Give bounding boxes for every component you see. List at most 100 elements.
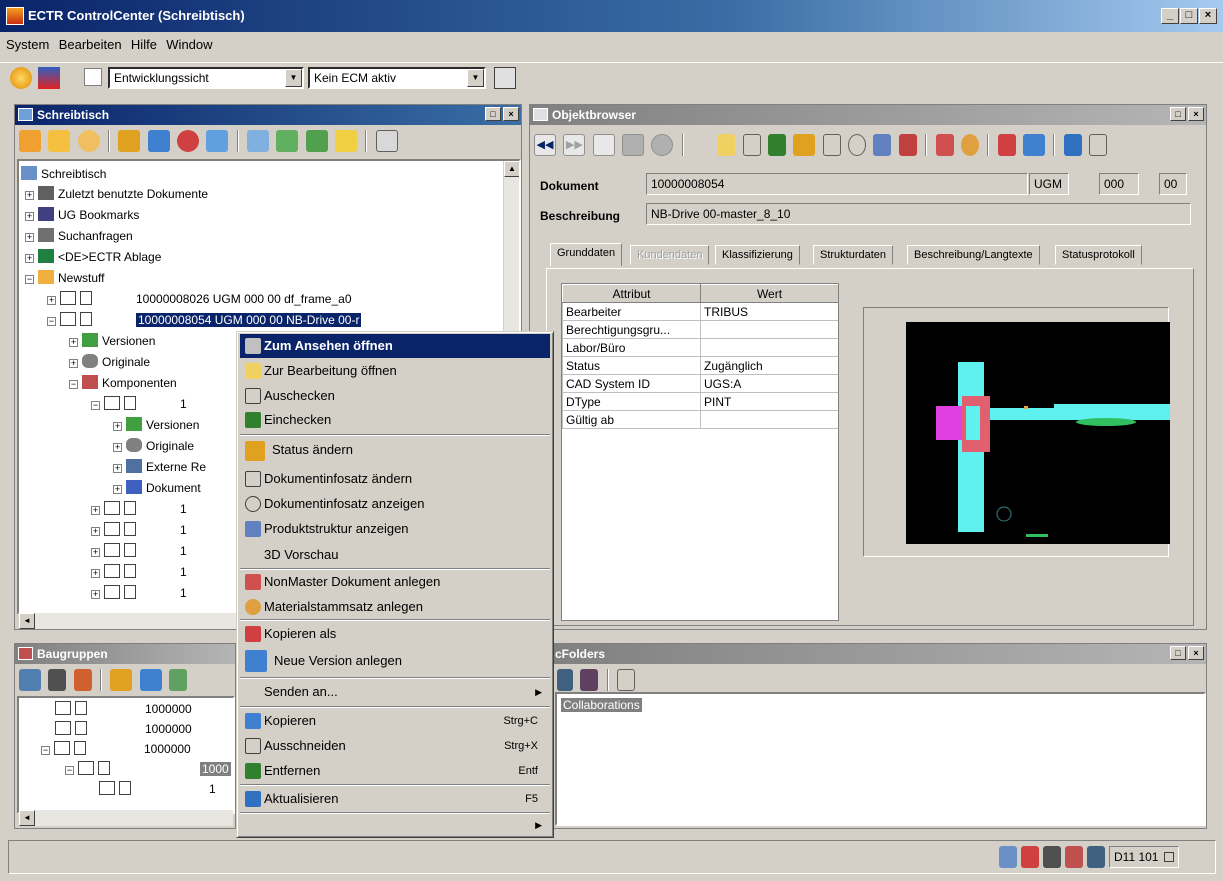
tree-node-newstuff[interactable]: − Newstuff [25,269,104,287]
expand-icon[interactable]: + [113,443,122,452]
panel-close-button[interactable]: × [1188,646,1204,660]
column-header-wert[interactable]: Wert [700,284,838,303]
scroll-left-icon[interactable]: ◄ [19,613,35,629]
structure-icon[interactable] [73,669,92,691]
tab-statusprotokoll[interactable]: Statusprotokoll [1055,245,1142,265]
menu-item-copy[interactable]: Kopieren Strg+C [240,709,550,733]
options-dropdown-icon[interactable] [1088,134,1107,156]
new-version-icon[interactable] [1022,134,1045,156]
copy-icon[interactable] [147,130,170,152]
menu-item-copy-as[interactable]: Kopieren als [240,622,550,646]
view-select[interactable]: Entwicklungssicht ▼ [108,67,304,89]
expand-icon[interactable]: + [113,485,122,494]
expand-icon[interactable]: + [25,233,34,242]
collapse-icon[interactable]: − [25,275,34,284]
checkout-icon[interactable] [742,134,761,156]
product-structure-icon[interactable] [873,134,892,156]
clipboard-icon[interactable] [110,669,133,691]
collapse-icon[interactable]: − [91,401,100,410]
panel-close-button[interactable]: × [1188,107,1204,121]
menu-item-view-docinfo[interactable]: Dokumentinfosatz anzeigen [240,492,550,516]
expand-icon[interactable]: + [25,191,34,200]
users-icon[interactable] [557,669,573,691]
table-row[interactable]: Berechtigungsgru... [562,320,838,339]
browser-icon[interactable] [1021,846,1039,868]
menu-item-3d-preview[interactable]: 3D Vorschau [240,543,550,567]
view-icon[interactable] [692,134,710,156]
cad-3d-preview[interactable] [906,322,1170,544]
scroll-left-icon[interactable]: ◄ [19,810,35,826]
table-row[interactable]: DType PINT [562,392,838,411]
close-button[interactable]: × [1199,8,1217,24]
collapse-icon[interactable]: − [41,746,50,755]
chevron-down-icon[interactable]: ▼ [467,69,484,87]
menu-item-nonmaster[interactable]: NonMaster Dokument anlegen [240,570,550,594]
tab-grunddaten[interactable]: Grunddaten [550,243,623,266]
tree-node-document-links[interactable]: + Dokument [113,479,201,497]
export-icon[interactable] [276,130,299,152]
scroll-up-icon[interactable]: ▲ [504,161,519,177]
table-row[interactable]: CAD System ID UGS:A [562,374,838,393]
tree-node-component[interactable]: +1 [91,563,187,581]
menu-item-more[interactable]: ▶ [240,813,550,837]
clipboard-icon[interactable] [118,130,141,152]
tab-beschreibung[interactable]: Beschreibung/Langtexte [907,245,1040,265]
expand-icon[interactable]: + [91,590,100,599]
minimize-button[interactable]: _ [1161,8,1179,24]
assembly-row[interactable]: 1 [99,780,216,798]
copy-icon[interactable] [139,669,162,691]
tree-node-component[interactable]: −1 [91,395,187,413]
expand-icon[interactable]: + [91,569,100,578]
tab-strukturdaten[interactable]: Strukturdaten [813,245,894,265]
baugruppen-horizontal-scrollbar[interactable]: ◄ [19,810,233,826]
menu-window[interactable]: Window [160,34,212,52]
tab-klassifizierung[interactable]: Klassifizierung [715,245,800,265]
expand-icon[interactable]: + [91,506,100,515]
expand-icon[interactable]: + [113,422,122,431]
doc-info-edit-icon[interactable] [822,134,841,156]
search-icon[interactable] [19,669,41,691]
new-folder-icon[interactable] [19,130,41,152]
tree-node-external-ref[interactable]: + Externe Re [113,458,206,476]
table-row[interactable]: Status Zugänglich [562,356,838,375]
tree-node-originale[interactable]: + Originale [113,437,194,455]
menu-item-change-docinfo[interactable]: Dokumentinfosatz ändern [240,467,550,491]
home-icon[interactable] [10,67,32,89]
delete-icon[interactable] [177,130,200,152]
system-switch-icon[interactable] [1163,852,1174,862]
maximize-button[interactable]: □ [1180,8,1198,24]
menu-hilfe[interactable]: Hilfe [125,34,157,52]
status-change-icon[interactable] [793,134,816,156]
users-icon[interactable] [1087,846,1105,868]
assembly-row[interactable]: −1000000 [41,740,191,758]
tree-node-doc-8026[interactable]: +10000008026 UGM 000 00 df_frame_a0 [47,290,352,308]
expand-icon[interactable]: + [69,359,78,368]
menu-item-product-structure[interactable]: Produktstruktur anzeigen [240,517,550,541]
tree-node-doc-8054[interactable]: −10000008054 UGM 000 00 NB-Drive 00-r [47,311,362,329]
column-header-attribut[interactable]: Attribut [562,284,701,303]
collapse-icon[interactable]: − [47,317,56,326]
user-icon[interactable] [38,67,60,89]
add-user-icon[interactable] [580,669,599,691]
tree-node-schreibtisch[interactable]: Schreibtisch [21,165,106,183]
view-list-icon[interactable] [84,68,102,86]
trash-icon[interactable] [206,130,229,152]
menu-item-refresh[interactable]: Aktualisieren F5 [240,787,550,811]
tree-node-komponenten[interactable]: − Komponenten [69,374,177,392]
menu-system[interactable]: System [0,34,49,52]
folder-icon[interactable] [48,130,71,152]
menu-item-checkin[interactable]: Einchecken [240,408,550,432]
cancel-icon[interactable] [651,134,674,156]
doc-part-field[interactable]: 000 [1099,173,1139,195]
beschreibung-field[interactable]: NB-Drive 00-master_8_10 [646,203,1191,225]
panel-maximize-button[interactable]: □ [1170,646,1186,660]
assembly-icon[interactable] [1065,846,1083,868]
tree-node-search[interactable]: + Suchanfragen [25,227,133,245]
table-row[interactable]: Bearbeiter TRIBUS [562,302,838,321]
tree-node-recent[interactable]: + Zuletzt benutzte Dokumente [25,185,208,203]
tree-node-versionen[interactable]: + Versionen [69,332,155,350]
options-dropdown-icon[interactable] [617,669,636,691]
menu-item-send-to[interactable]: Senden an... ▶ [240,680,550,704]
table-row[interactable]: Labor/Büro [562,338,838,357]
tab-kundendaten[interactable]: Kundendaten [630,245,710,265]
